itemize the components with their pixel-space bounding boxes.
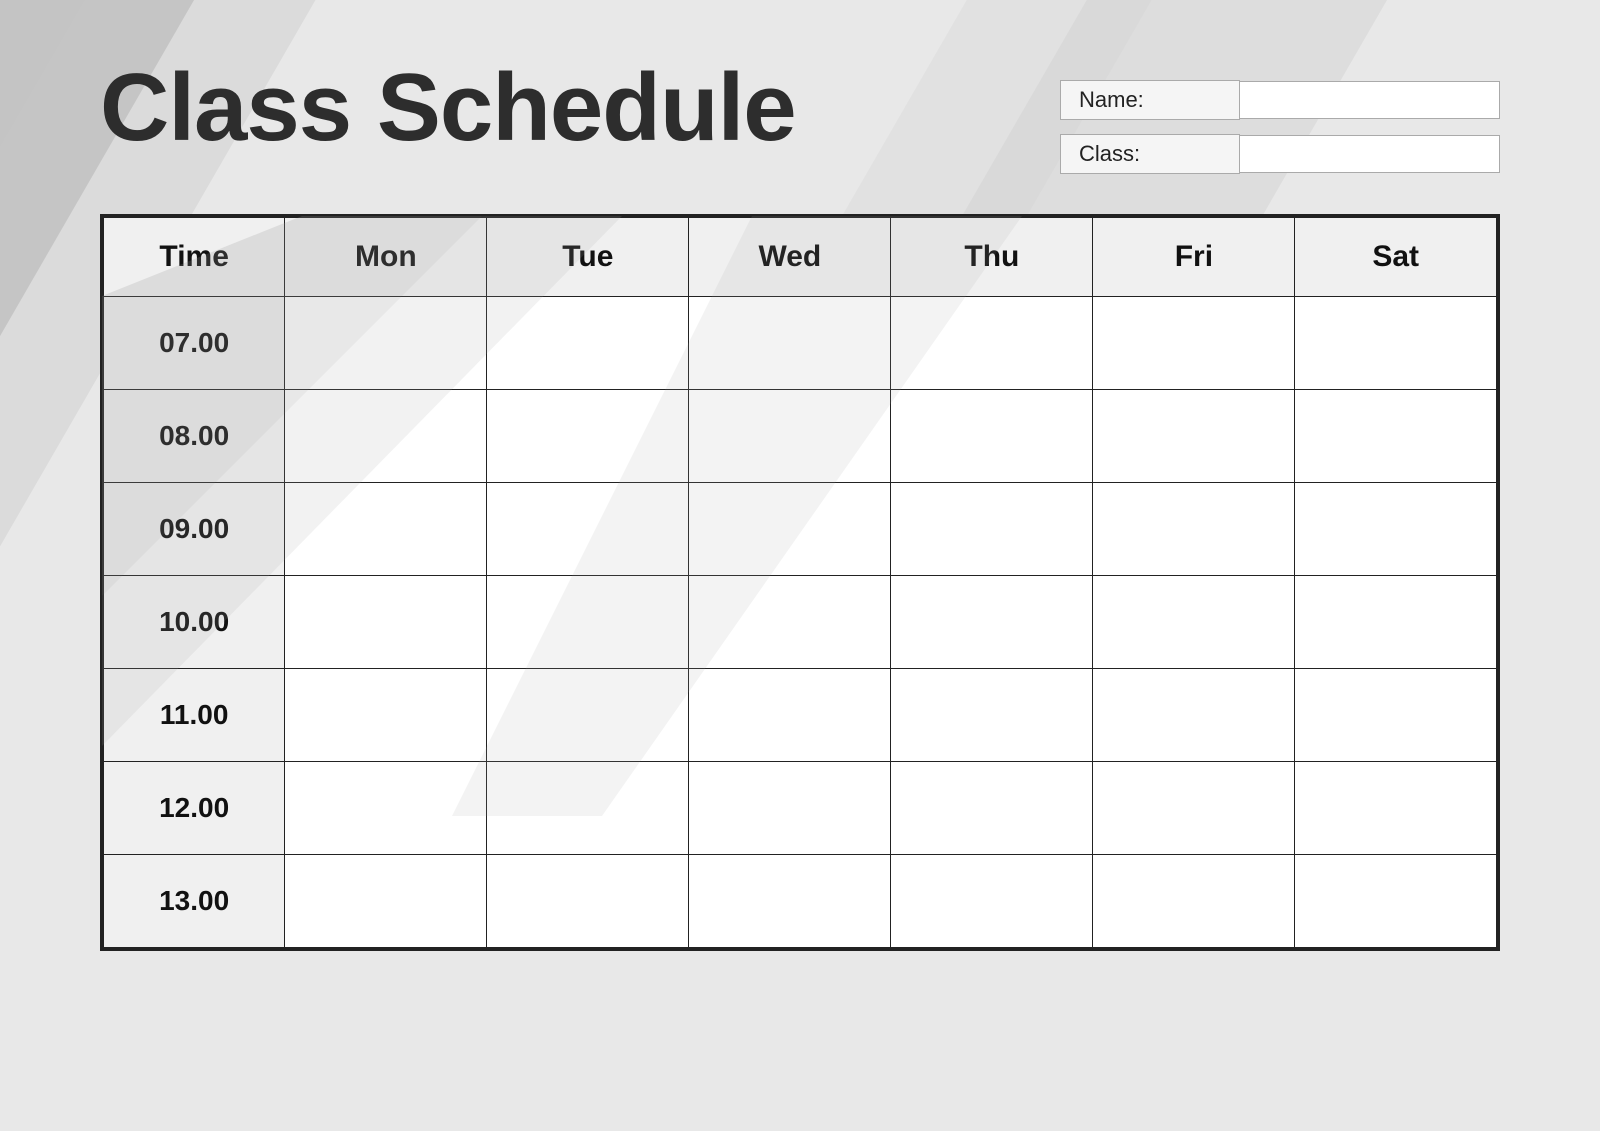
cell-1200-fri[interactable] bbox=[1093, 762, 1295, 855]
cell-0900-thu[interactable] bbox=[891, 483, 1093, 576]
time-1200: 12.00 bbox=[103, 762, 285, 855]
page-content: Class Schedule Name: Class: bbox=[100, 0, 1500, 951]
cell-1200-thu[interactable] bbox=[891, 762, 1093, 855]
cell-0900-sat[interactable] bbox=[1295, 483, 1497, 576]
cell-0700-wed[interactable] bbox=[689, 297, 891, 390]
header-row: Time Mon Tue Wed Thu Fri bbox=[103, 217, 1497, 297]
cell-0900-wed[interactable] bbox=[689, 483, 891, 576]
cell-1300-thu[interactable] bbox=[891, 855, 1093, 949]
time-0900: 09.00 bbox=[103, 483, 285, 576]
cell-1200-wed[interactable] bbox=[689, 762, 891, 855]
time-1000: 10.00 bbox=[103, 576, 285, 669]
cell-0800-mon[interactable] bbox=[285, 390, 487, 483]
table-container: Time Mon Tue Wed Thu Fri bbox=[100, 214, 1500, 951]
cell-0900-mon[interactable] bbox=[285, 483, 487, 576]
cell-1100-thu[interactable] bbox=[891, 669, 1093, 762]
table-row: 13.00 bbox=[103, 855, 1497, 949]
col-sat: Sat bbox=[1295, 217, 1497, 297]
table-row: 10.00 bbox=[103, 576, 1497, 669]
class-input[interactable] bbox=[1240, 135, 1500, 173]
cell-1300-sat[interactable] bbox=[1295, 855, 1497, 949]
cell-1000-wed[interactable] bbox=[689, 576, 891, 669]
cell-0800-tue[interactable] bbox=[487, 390, 689, 483]
col-tue: Tue bbox=[487, 217, 689, 297]
col-fri: Fri bbox=[1093, 217, 1295, 297]
cell-1200-tue[interactable] bbox=[487, 762, 689, 855]
cell-0700-thu[interactable] bbox=[891, 297, 1093, 390]
time-1100: 11.00 bbox=[103, 669, 285, 762]
table-row: 11.00 bbox=[103, 669, 1497, 762]
cell-0800-thu[interactable] bbox=[891, 390, 1093, 483]
cell-1300-tue[interactable] bbox=[487, 855, 689, 949]
table-row: 08.00 bbox=[103, 390, 1497, 483]
table-row: 09.00 bbox=[103, 483, 1497, 576]
time-0700: 07.00 bbox=[103, 297, 285, 390]
col-time: Time bbox=[103, 217, 285, 297]
name-field-row: Name: bbox=[1060, 80, 1500, 120]
cell-1100-tue[interactable] bbox=[487, 669, 689, 762]
cell-1200-mon[interactable] bbox=[285, 762, 487, 855]
header-section: Class Schedule Name: Class: bbox=[100, 60, 1500, 174]
cell-1100-sat[interactable] bbox=[1295, 669, 1497, 762]
name-label: Name: bbox=[1060, 80, 1240, 120]
cell-1300-wed[interactable] bbox=[689, 855, 891, 949]
cell-1000-sat[interactable] bbox=[1295, 576, 1497, 669]
cell-1000-fri[interactable] bbox=[1093, 576, 1295, 669]
cell-1100-wed[interactable] bbox=[689, 669, 891, 762]
cell-0900-fri[interactable] bbox=[1093, 483, 1295, 576]
cell-1000-mon[interactable] bbox=[285, 576, 487, 669]
cell-0700-tue[interactable] bbox=[487, 297, 689, 390]
table-body: 07.00 08.00 bbox=[103, 297, 1497, 949]
cell-0700-fri[interactable] bbox=[1093, 297, 1295, 390]
cell-0800-sat[interactable] bbox=[1295, 390, 1497, 483]
cell-0700-sat[interactable] bbox=[1295, 297, 1497, 390]
col-thu: Thu bbox=[891, 217, 1093, 297]
table-row: 12.00 bbox=[103, 762, 1497, 855]
cell-0800-fri[interactable] bbox=[1093, 390, 1295, 483]
cell-1000-tue[interactable] bbox=[487, 576, 689, 669]
cell-1300-fri[interactable] bbox=[1093, 855, 1295, 949]
time-0800: 08.00 bbox=[103, 390, 285, 483]
cell-0800-wed[interactable] bbox=[689, 390, 891, 483]
cell-0900-tue[interactable] bbox=[487, 483, 689, 576]
col-wed: Wed bbox=[689, 217, 891, 297]
cell-0700-mon[interactable] bbox=[285, 297, 487, 390]
cell-1100-mon[interactable] bbox=[285, 669, 487, 762]
class-field-row: Class: bbox=[1060, 134, 1500, 174]
cell-1300-mon[interactable] bbox=[285, 855, 487, 949]
cell-1200-sat[interactable] bbox=[1295, 762, 1497, 855]
info-fields: Name: Class: bbox=[1060, 60, 1500, 174]
time-1300: 13.00 bbox=[103, 855, 285, 949]
name-input[interactable] bbox=[1240, 81, 1500, 119]
cell-1100-fri[interactable] bbox=[1093, 669, 1295, 762]
table-row: 07.00 bbox=[103, 297, 1497, 390]
table-header: Time Mon Tue Wed Thu Fri bbox=[103, 217, 1497, 297]
schedule-table: Time Mon Tue Wed Thu Fri bbox=[102, 216, 1498, 949]
col-mon: Mon bbox=[285, 217, 487, 297]
cell-1000-thu[interactable] bbox=[891, 576, 1093, 669]
page-title: Class Schedule bbox=[100, 60, 796, 156]
class-label: Class: bbox=[1060, 134, 1240, 174]
